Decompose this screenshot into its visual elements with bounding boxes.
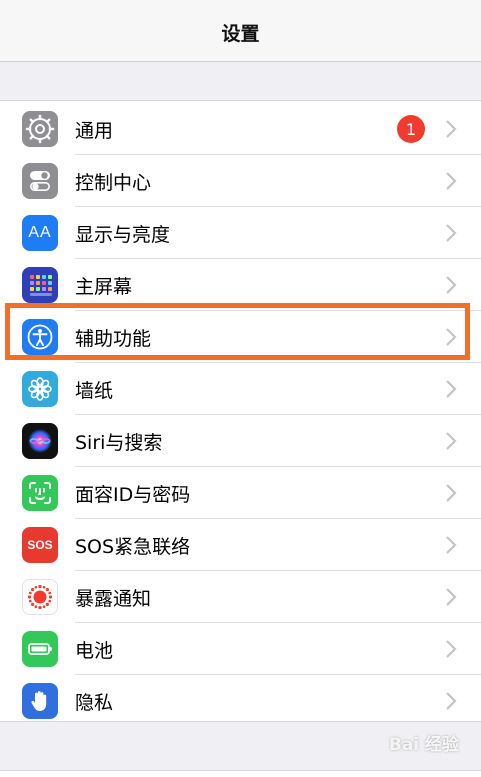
page-title: 设置 [221,23,260,45]
siri-icon [22,423,58,459]
chevron-right-icon [446,692,457,710]
chevron-right-icon [446,588,457,606]
accessibility-person-icon [22,319,58,355]
settings-item-label: 暴露通知 [75,587,152,610]
notification-badge: 1 [397,115,425,143]
settings-item-control-center[interactable]: 控制中心 [0,155,481,207]
gear-icon [22,111,58,147]
settings-item-wallpaper[interactable]: 墙纸 [0,363,481,415]
chevron-right-icon [446,432,457,450]
settings-item-general[interactable]: 通用 1 [0,103,481,155]
flower-icon [22,371,58,407]
settings-list: 通用 1 控制中心 AA 显示与亮度 主屏幕 辅助功能 墙纸 Siri与搜索 面… [0,100,481,722]
settings-item-label: 显示与亮度 [75,223,171,246]
chevron-right-icon [446,172,457,190]
chevron-right-icon [446,224,457,242]
chevron-right-icon [446,380,457,398]
settings-item-siri-search[interactable]: Siri与搜索 [0,415,481,467]
navigation-bar: 设置 [0,0,481,62]
settings-item-face-id-passcode[interactable]: 面容ID与密码 [0,467,481,519]
next-group-edge [0,770,481,777]
chevron-right-icon [446,640,457,658]
settings-item-label: SOS紧急联络 [75,535,191,558]
battery-icon [22,631,58,667]
chevron-right-icon [446,120,457,138]
settings-item-label: 主屏幕 [75,275,133,298]
settings-item-home-screen[interactable]: 主屏幕 [0,259,481,311]
settings-item-label: 面容ID与密码 [75,483,191,506]
watermark: Bai 经验 [388,735,459,755]
settings-item-exposure-notifications[interactable]: 暴露通知 [0,571,481,623]
settings-item-privacy[interactable]: 隐私 [0,675,481,727]
chevron-right-icon [446,536,457,554]
toggle-switches-icon [22,163,58,199]
exposure-notification-icon [22,579,58,615]
settings-item-emergency-sos[interactable]: SOS SOS紧急联络 [0,519,481,571]
face-id-icon [22,475,58,511]
settings-item-label: 电池 [75,639,114,662]
chevron-right-icon [446,484,457,502]
settings-item-display-brightness[interactable]: AA 显示与亮度 [0,207,481,259]
chevron-right-icon [446,276,457,294]
hand-icon [22,683,58,719]
settings-item-label: 通用 [75,119,114,142]
chevron-right-icon [446,328,457,346]
settings-item-label: 隐私 [75,691,114,714]
settings-item-label: Siri与搜索 [75,431,163,454]
settings-item-label: 辅助功能 [75,327,152,350]
settings-item-label: 控制中心 [75,171,152,194]
sos-icon: SOS [22,527,58,563]
settings-item-label: 墙纸 [75,379,114,402]
home-grid-icon [22,267,58,303]
settings-item-accessibility[interactable]: 辅助功能 [0,311,481,363]
settings-item-battery[interactable]: 电池 [0,623,481,675]
text-size-icon: AA [22,215,58,251]
